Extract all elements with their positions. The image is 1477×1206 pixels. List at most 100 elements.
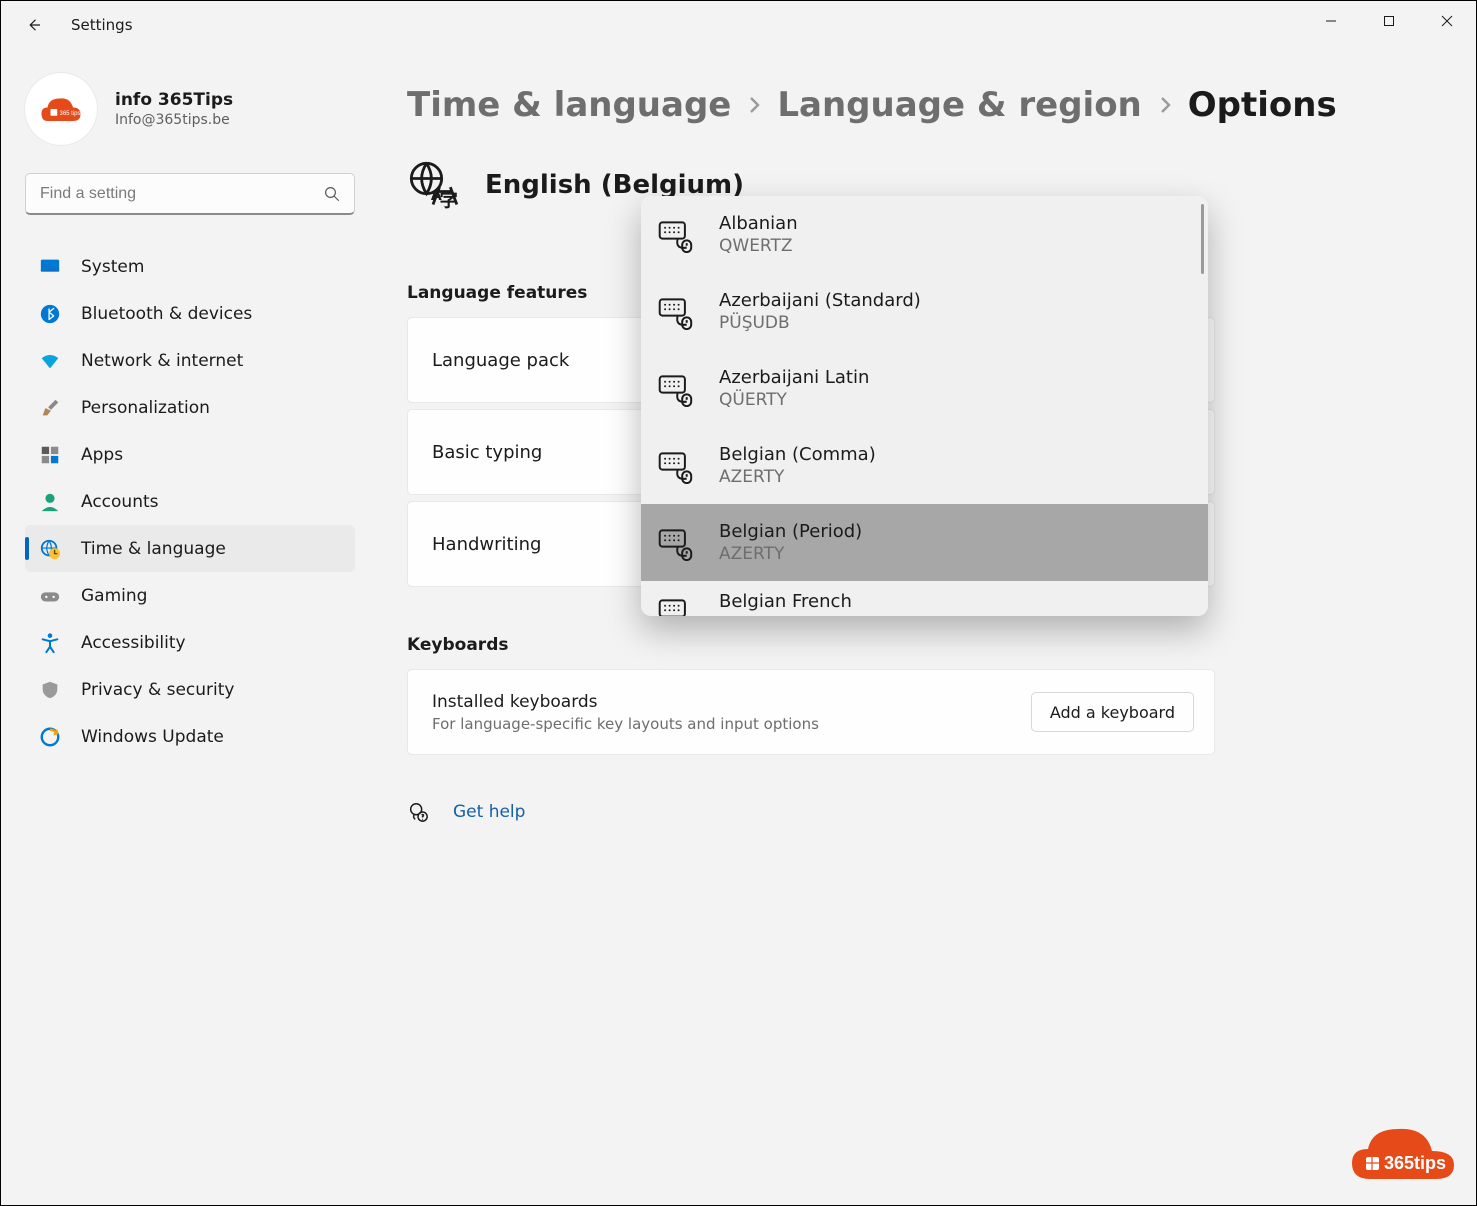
chevron-right-icon (1158, 94, 1172, 116)
app-title: Settings (71, 16, 133, 34)
chevron-right-icon (747, 94, 761, 116)
nav-label: Apps (81, 445, 123, 465)
watermark-text: 365tips (1384, 1153, 1446, 1173)
nav-label: Accounts (81, 492, 159, 512)
apps-icon (39, 444, 61, 466)
nav-windows-update[interactable]: Windows Update (25, 713, 355, 760)
system-icon (39, 256, 61, 278)
keyboard-layout-popup: AlbanianQWERTZ Azerbaijani (Standard)PÜŞ… (641, 196, 1208, 616)
layout-type: AZERTY (719, 544, 862, 564)
avatar: 365 tips (25, 73, 97, 145)
profile-email: Info@365tips.be (115, 112, 233, 128)
keyboard-icon (657, 294, 693, 330)
gamepad-icon (39, 585, 61, 607)
nav-network[interactable]: Network & internet (25, 337, 355, 384)
crumb-time-language[interactable]: Time & language (407, 85, 731, 125)
layout-type: AZERTY (719, 614, 852, 616)
add-keyboard-button[interactable]: Add a keyboard (1031, 692, 1194, 732)
nav-list: System Bluetooth & devices Network & int… (25, 243, 355, 760)
nav-time-language[interactable]: Time & language (25, 525, 355, 572)
layout-option-albanian[interactable]: AlbanianQWERTZ (641, 196, 1208, 273)
section-keyboards: Keyboards (407, 635, 1452, 655)
search-icon (323, 185, 341, 203)
paintbrush-icon (39, 397, 61, 419)
language-globe-icon: 字 A (407, 159, 459, 211)
layout-option-belgian-comma[interactable]: Belgian (Comma)AZERTY (641, 427, 1208, 504)
nav-label: Bluetooth & devices (81, 304, 252, 324)
keyboard-icon (657, 371, 693, 407)
layout-type: PÜŞUDB (719, 313, 921, 333)
update-icon (39, 726, 61, 748)
back-icon[interactable] (25, 16, 43, 34)
globe-clock-icon (39, 538, 61, 560)
keyboard-icon (657, 448, 693, 484)
help-icon (407, 801, 429, 823)
layout-name: Albanian (719, 213, 798, 234)
main-area: Time & language Language & region Option… (371, 49, 1476, 1205)
layout-type: QÜERTY (719, 390, 869, 410)
crumb-language-region[interactable]: Language & region (777, 85, 1141, 125)
keyboard-icon (657, 525, 693, 561)
search-input[interactable] (25, 173, 355, 215)
profile-block[interactable]: 365 tips info 365Tips Info@365tips.be (25, 73, 355, 145)
window-controls (1302, 1, 1476, 41)
layout-name: Belgian (Comma) (719, 444, 876, 465)
nav-gaming[interactable]: Gaming (25, 572, 355, 619)
installed-keyboards-sub: For language-specific key layouts and in… (432, 715, 819, 733)
nav-accessibility[interactable]: Accessibility (25, 619, 355, 666)
layout-type: QWERTZ (719, 236, 798, 256)
nav-label: Privacy & security (81, 680, 235, 700)
layout-name: Azerbaijani (Standard) (719, 290, 921, 311)
nav-apps[interactable]: Apps (25, 431, 355, 478)
nav-label: Personalization (81, 398, 210, 418)
nav-system[interactable]: System (25, 243, 355, 290)
bluetooth-icon (39, 303, 61, 325)
minimize-button[interactable] (1302, 1, 1360, 41)
nav-bluetooth[interactable]: Bluetooth & devices (25, 290, 355, 337)
scrollbar[interactable] (1201, 204, 1204, 274)
svg-text:A: A (431, 188, 442, 204)
help-row: Get help (407, 801, 1452, 823)
button-label: Add a keyboard (1050, 703, 1175, 722)
crumb-options: Options (1188, 85, 1337, 125)
card-label: Language pack (432, 350, 569, 371)
nav-personalization[interactable]: Personalization (25, 384, 355, 431)
nav-label: System (81, 257, 144, 277)
layout-name: Belgian French (719, 591, 852, 612)
layout-type: AZERTY (719, 467, 876, 487)
svg-text:字: 字 (440, 190, 458, 211)
nav-privacy[interactable]: Privacy & security (25, 666, 355, 713)
nav-label: Time & language (81, 539, 226, 559)
keyboard-icon (657, 595, 693, 616)
svg-text:365 tips: 365 tips (60, 111, 81, 117)
nav-label: Windows Update (81, 727, 224, 747)
nav-label: Gaming (81, 586, 147, 606)
layout-option-belgian-period[interactable]: Belgian (Period)AZERTY (641, 504, 1208, 581)
maximize-button[interactable] (1360, 1, 1418, 41)
layout-option-azerbaijani-standard[interactable]: Azerbaijani (Standard)PÜŞUDB (641, 273, 1208, 350)
nav-label: Network & internet (81, 351, 243, 371)
layout-option-belgian-french[interactable]: Belgian French AZERTY (641, 581, 1208, 616)
person-icon (39, 491, 61, 513)
profile-name: info 365Tips (115, 90, 233, 110)
layout-option-azerbaijani-latin[interactable]: Azerbaijani LatinQÜERTY (641, 350, 1208, 427)
sidebar: 365 tips info 365Tips Info@365tips.be Sy… (1, 49, 371, 1205)
layout-name: Azerbaijani Latin (719, 367, 869, 388)
installed-keyboards-title: Installed keyboards (432, 692, 819, 712)
nav-label: Accessibility (81, 633, 186, 653)
installed-keyboards-card: Installed keyboards For language-specifi… (407, 669, 1215, 755)
keyboard-icon (657, 217, 693, 253)
search-box[interactable] (25, 173, 355, 215)
breadcrumb: Time & language Language & region Option… (407, 85, 1452, 125)
get-help-link[interactable]: Get help (453, 802, 525, 822)
accessibility-icon (39, 632, 61, 654)
wifi-icon (39, 350, 61, 372)
card-label: Basic typing (432, 442, 542, 463)
shield-icon (39, 679, 61, 701)
card-label: Handwriting (432, 534, 541, 555)
titlebar: Settings (1, 1, 1476, 49)
watermark-logo: 365tips (1342, 1117, 1462, 1191)
close-button[interactable] (1418, 1, 1476, 41)
layout-name: Belgian (Period) (719, 521, 862, 542)
nav-accounts[interactable]: Accounts (25, 478, 355, 525)
